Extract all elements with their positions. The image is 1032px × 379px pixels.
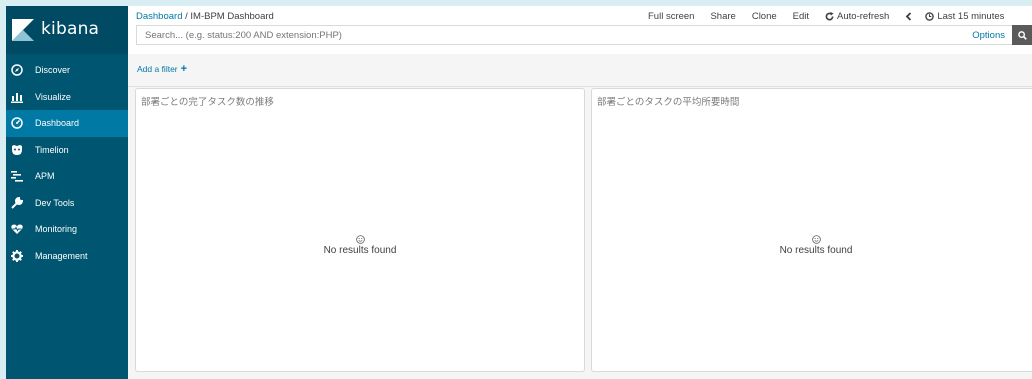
sidebar-item-management[interactable]: Management — [6, 243, 128, 270]
empty-state: No results found — [136, 235, 584, 256]
refresh-icon — [825, 12, 834, 21]
kibana-app: kibana Discover Visualize Dashboard Time… — [6, 6, 1032, 379]
panel-title: 部署ごとのタスクの平均所要時間 — [597, 97, 740, 108]
clock-icon — [925, 12, 935, 21]
time-range-label: Last 15 minutes — [937, 11, 1005, 22]
search-input[interactable] — [145, 30, 745, 41]
sidebar-item-dashboard[interactable]: Dashboard — [6, 110, 134, 137]
breadcrumb-current: IM-BPM Dashboard — [190, 11, 274, 22]
sidebar-item-dev-tools[interactable]: Dev Tools — [6, 190, 128, 217]
smile-icon — [355, 235, 365, 244]
sidebar-item-monitoring[interactable]: Monitoring — [6, 216, 128, 243]
add-filter-label: Add a filter — [137, 64, 178, 74]
kibana-logo-icon — [12, 19, 34, 41]
plus-icon: + — [180, 63, 188, 75]
options-link[interactable]: Options — [972, 30, 1005, 41]
edit-button[interactable]: Edit — [793, 11, 809, 22]
bar-chart-icon — [10, 90, 23, 103]
no-results-message: No results found — [779, 245, 853, 256]
search-button[interactable] — [1012, 25, 1032, 45]
logo-text: kibana — [41, 19, 100, 39]
search-bar: Options — [136, 25, 1032, 45]
clone-button[interactable]: Clone — [752, 11, 777, 22]
add-filter-button[interactable]: Add a filter + — [137, 63, 188, 75]
panel-title: 部署ごとの完了タスク数の推移 — [141, 97, 274, 108]
sidebar-item-label: Management — [35, 250, 88, 261]
auto-refresh-label: Auto-refresh — [837, 11, 890, 22]
breadcrumb-separator: / — [185, 11, 188, 22]
top-nav-menu: Full screen Share Clone Edit Auto-refres… — [648, 11, 1020, 22]
sidebar-item-apm[interactable]: APM — [6, 163, 128, 190]
chevron-left-icon — [906, 12, 912, 21]
sidebar-item-discover[interactable]: Discover — [6, 57, 128, 84]
full-screen-button[interactable]: Full screen — [648, 11, 694, 22]
sidebar-item-label: Timelion — [35, 144, 69, 155]
filter-bar: Add a filter + — [128, 54, 1032, 87]
breadcrumb: Dashboard / IM-BPM Dashboard — [136, 11, 274, 22]
sidebar-item-visualize[interactable]: Visualize — [6, 84, 128, 111]
top-bar: Dashboard / IM-BPM Dashboard Full screen… — [128, 6, 1032, 54]
sidebar-item-label: Discover — [35, 65, 71, 76]
sidebar-nav: Discover Visualize Dashboard Timelion AP… — [6, 57, 134, 270]
sidebar-item-label: Monitoring — [35, 224, 78, 235]
search-icon — [1017, 30, 1027, 40]
heartbeat-icon — [10, 223, 23, 236]
dashboard-icon — [10, 117, 23, 130]
sidebar-item-label: Visualize — [35, 91, 71, 102]
sidebar-item-label: APM — [35, 171, 55, 182]
time-picker-button[interactable]: Last 15 minutes — [925, 11, 1004, 22]
timelion-icon — [10, 143, 23, 156]
sidebar: kibana Discover Visualize Dashboard Time… — [6, 6, 134, 379]
compass-icon — [10, 64, 23, 77]
sidebar-item-timelion[interactable]: Timelion — [6, 137, 128, 164]
wrench-icon — [10, 196, 23, 209]
sidebar-item-label: Dashboard — [35, 118, 80, 129]
share-button[interactable]: Share — [710, 11, 735, 22]
smile-icon — [811, 235, 821, 244]
gear-icon — [10, 249, 23, 262]
time-back-button[interactable] — [905, 12, 915, 21]
no-results-message: No results found — [323, 245, 397, 256]
dashboard-panel: 部署ごとの完了タスク数の推移 No results found — [135, 88, 585, 372]
sidebar-item-label: Dev Tools — [35, 197, 75, 208]
breadcrumb-dashboard-link[interactable]: Dashboard — [136, 11, 182, 22]
empty-state: No results found — [592, 235, 1032, 256]
auto-refresh-button[interactable]: Auto-refresh — [825, 11, 889, 22]
dashboard-panel: 部署ごとのタスクの平均所要時間 No results found — [591, 88, 1032, 372]
apm-icon — [10, 170, 23, 183]
kibana-logo[interactable]: kibana — [6, 6, 128, 54]
